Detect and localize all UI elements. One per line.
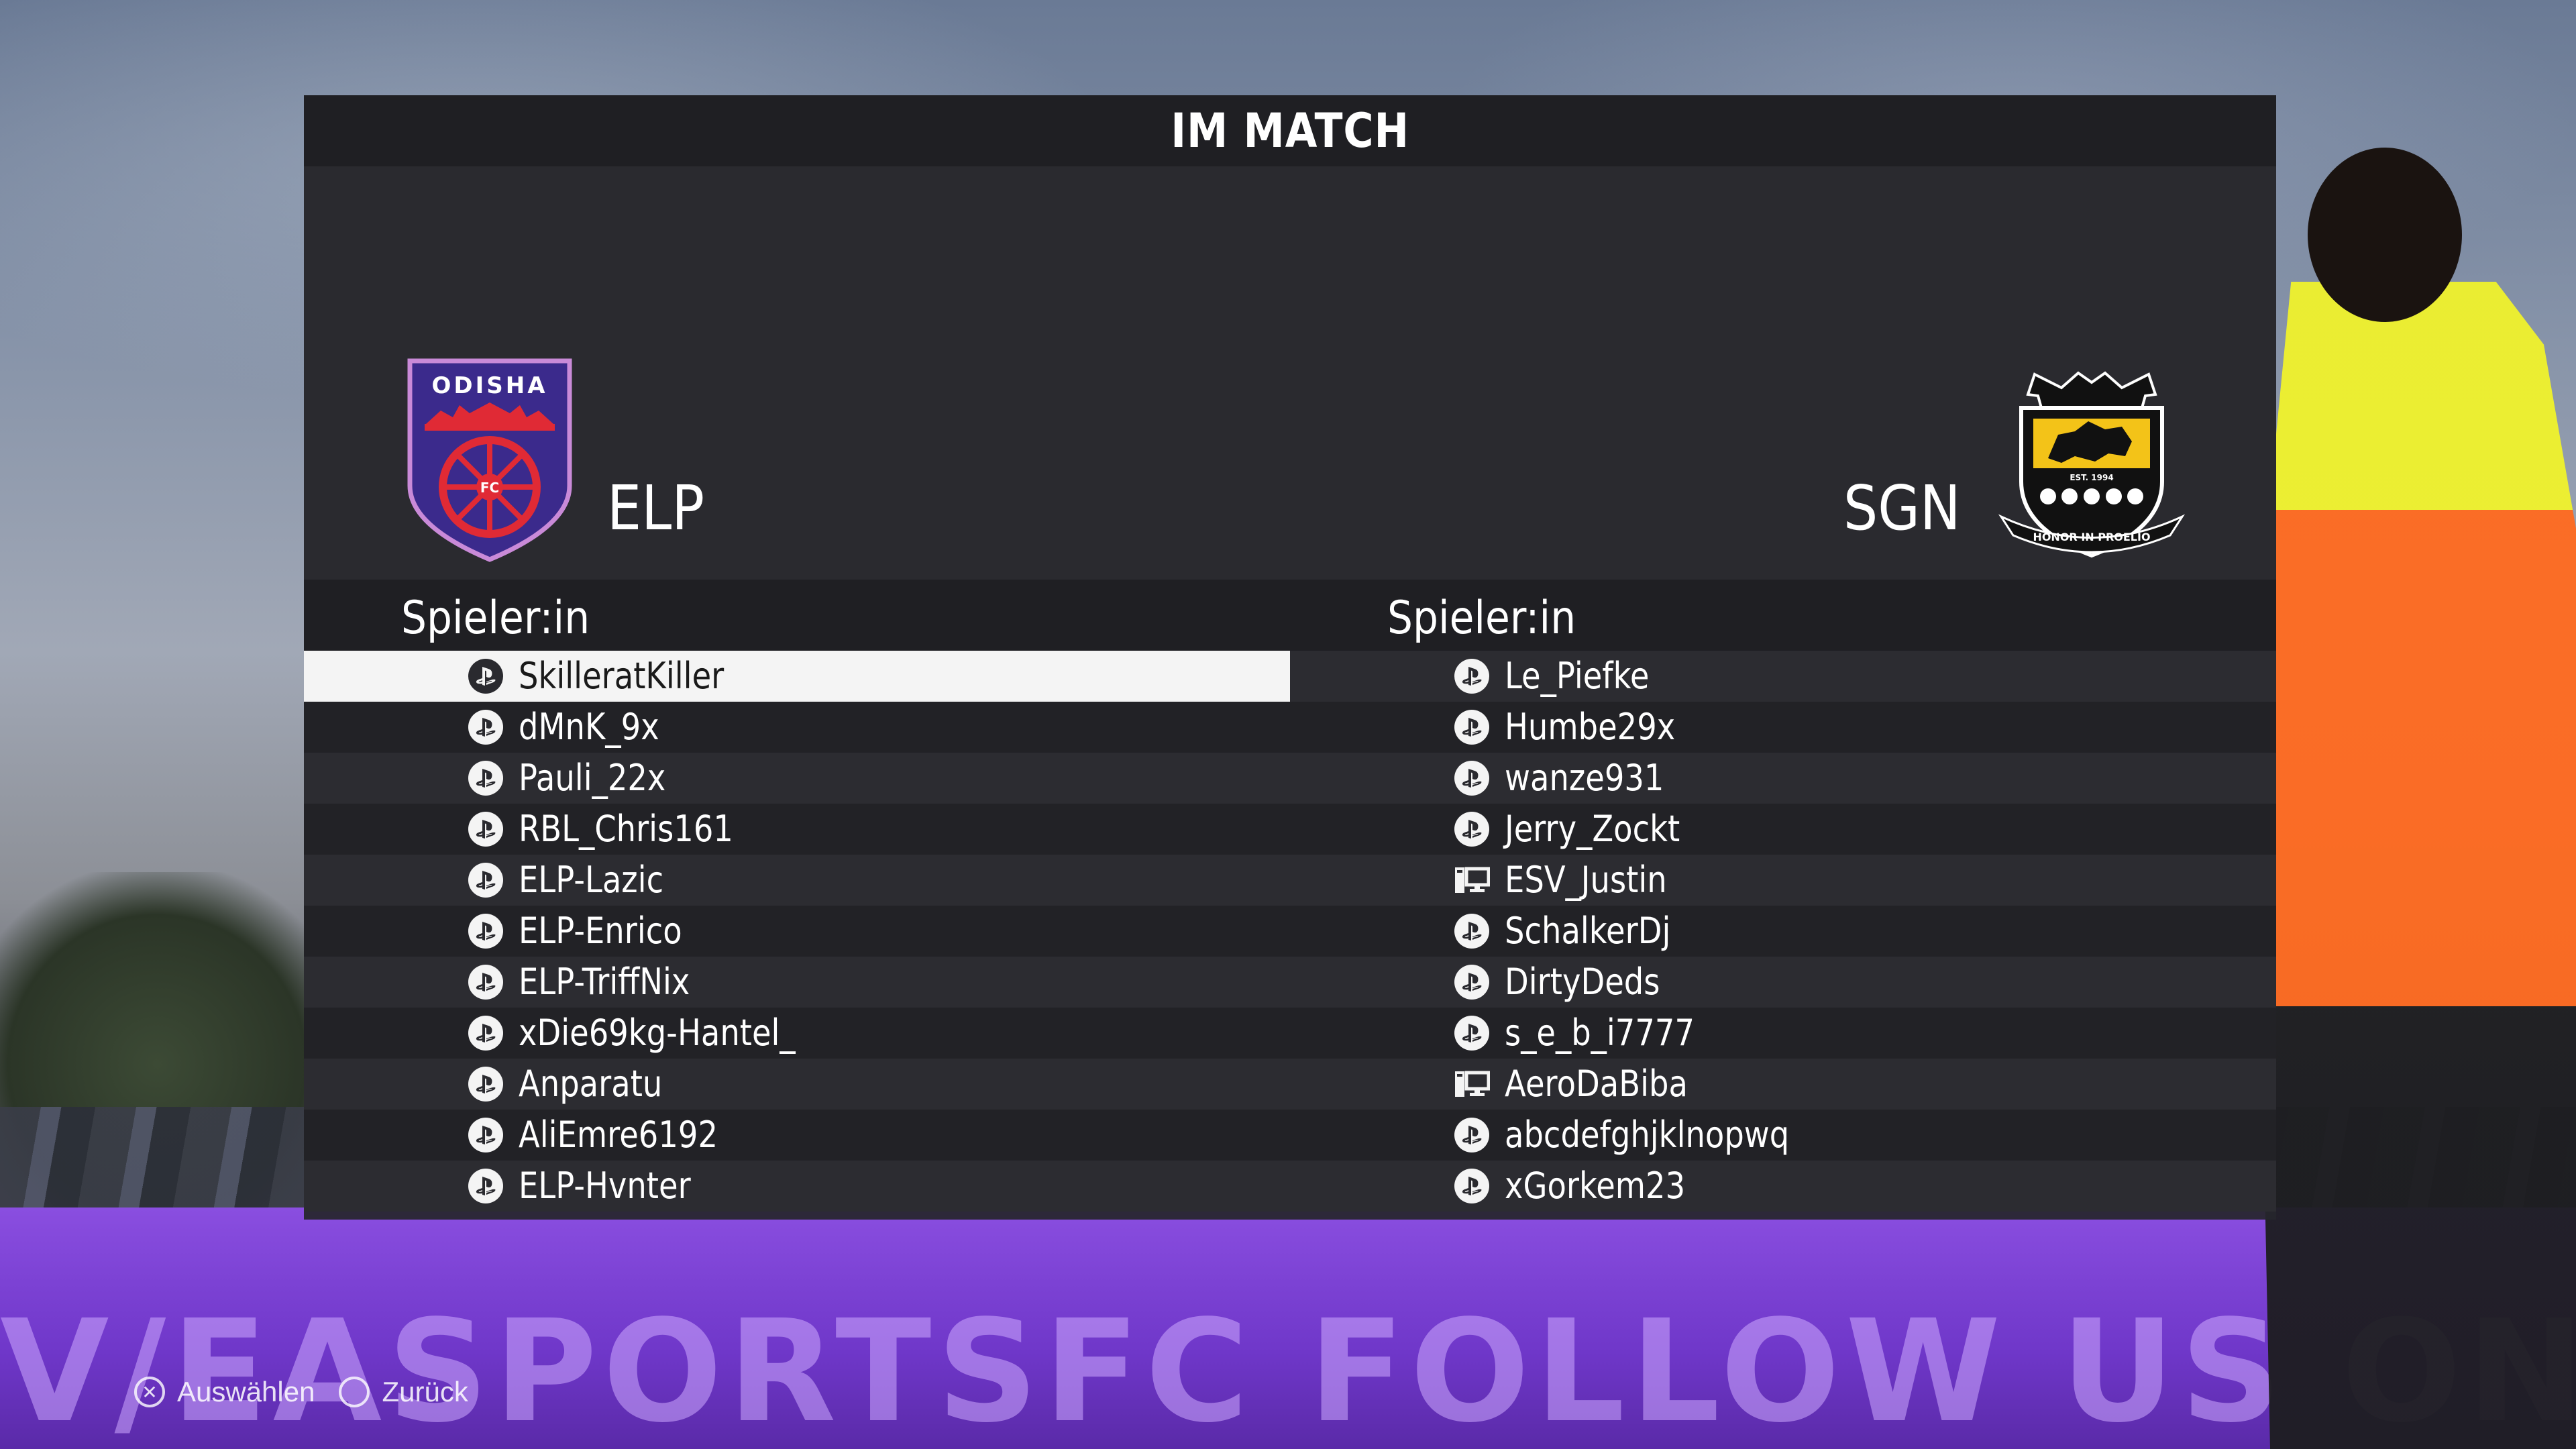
playstation-icon [1454, 761, 1489, 796]
playstation-icon [468, 1067, 503, 1102]
player-row[interactable]: s_e_b_i7777 [1290, 1008, 2276, 1059]
player-name: Humbe29x [1505, 706, 1676, 748]
playstation-icon [468, 710, 503, 745]
player-name: ELP-Enrico [519, 910, 682, 952]
steward-head [2308, 148, 2462, 322]
player-name: Pauli_22x [519, 757, 666, 799]
cross-button-icon: ✕ [134, 1377, 165, 1407]
away-team-abbr: SGN [1843, 472, 1961, 544]
player-name: ESV_Justin [1505, 859, 1667, 901]
page-title: IM MATCH [1171, 103, 1409, 158]
home-team-abbr: ELP [607, 472, 705, 544]
home-crest-text: ODISHA [431, 372, 547, 399]
playstation-icon [468, 863, 503, 898]
player-name: ELP-TriffNix [519, 961, 690, 1003]
player-row[interactable]: RBL_Chris161 [304, 804, 1290, 855]
away-players-header: Spieler:in [1387, 592, 1576, 645]
away-player-list: Spieler:in Le_Piefke Humbe29x wanze931 Jerr… [1290, 580, 2276, 1212]
playstation-icon [468, 1016, 503, 1051]
player-row[interactable]: Jerry_Zockt [1290, 804, 2276, 855]
playstation-icon [1454, 659, 1489, 694]
player-name: SkilleratKiller [519, 655, 724, 697]
player-row[interactable]: Pauli_22x [304, 753, 1290, 804]
away-crest-motto: HONOR IN PROELIO [2033, 531, 2150, 543]
playstation-icon [468, 761, 503, 796]
home-team-crest: ODISHA FC [407, 358, 572, 562]
playstation-icon [468, 659, 503, 694]
playstation-icon [1454, 1016, 1489, 1051]
away-list-header: Spieler:in [1290, 580, 2276, 651]
player-row[interactable]: AliEmre6192 [304, 1110, 1290, 1161]
player-name: xDie69kg-Hantel_ [519, 1012, 796, 1054]
player-row[interactable]: ELP-TriffNix [304, 957, 1290, 1008]
playstation-icon [1454, 710, 1489, 745]
player-name: Jerry_Zockt [1505, 808, 1680, 850]
home-player-rows: SkilleratKiller dMnK_9x Pauli_22x RBL_Chris… [304, 651, 1290, 1212]
player-name: ELP-Hvnter [519, 1165, 691, 1207]
controller-hints: ✕ Auswählen Zurück [134, 1368, 468, 1415]
player-row[interactable]: SkilleratKiller [304, 651, 1290, 702]
player-name: wanze931 [1505, 757, 1664, 799]
home-player-list: Spieler:in SkilleratKiller dMnK_9x Pauli_2… [304, 580, 1290, 1212]
playstation-icon [1454, 812, 1489, 847]
playstation-icon [468, 1118, 503, 1152]
player-row[interactable]: Anparatu [304, 1059, 1290, 1110]
player-row[interactable]: xGorkem23 [1290, 1161, 2276, 1212]
player-name: xGorkem23 [1505, 1165, 1686, 1207]
away-team-crest: EST. 1994 HONOR IN PROELIO [1998, 371, 2186, 558]
pc-icon [1455, 1071, 1490, 1097]
select-hint-label: Auswählen [177, 1376, 315, 1407]
playstation-icon [468, 914, 503, 949]
away-crest-est: EST. 1994 [2070, 473, 2113, 482]
playstation-icon [468, 1169, 503, 1203]
select-hint[interactable]: ✕ Auswählen [134, 1376, 315, 1408]
playstation-icon [1454, 914, 1489, 949]
player-name: abcdefghjklnopwq [1505, 1114, 1790, 1156]
panel-title-bar: IM MATCH [304, 95, 2276, 166]
home-players-header: Spieler:in [401, 592, 590, 645]
player-row[interactable]: abcdefghjklnopwq [1290, 1110, 2276, 1161]
back-hint-label: Zurück [382, 1376, 468, 1407]
player-name: SchalkerDj [1505, 910, 1671, 952]
player-name: AliEmre6192 [519, 1114, 718, 1156]
player-row[interactable]: ELP-Hvnter [304, 1161, 1290, 1212]
player-name: Le_Piefke [1505, 655, 1650, 697]
home-crest-sub: FC [480, 480, 499, 496]
circle-button-icon [339, 1377, 370, 1407]
back-hint[interactable]: Zurück [339, 1376, 468, 1408]
playstation-icon [1454, 1169, 1489, 1203]
player-row[interactable]: ELP-Enrico [304, 906, 1290, 957]
playstation-icon [1454, 1118, 1489, 1152]
player-name: AeroDaBiba [1505, 1063, 1688, 1105]
away-player-rows: Le_Piefke Humbe29x wanze931 Jerry_Zockt ESV_… [1290, 651, 2276, 1212]
player-row[interactable]: wanze931 [1290, 753, 2276, 804]
player-row[interactable]: Humbe29x [1290, 702, 2276, 753]
player-name: DirtyDeds [1505, 961, 1660, 1003]
player-name: Anparatu [519, 1063, 663, 1105]
player-name: RBL_Chris161 [519, 808, 733, 850]
home-list-header: Spieler:in [304, 580, 1290, 651]
player-row[interactable]: dMnK_9x [304, 702, 1290, 753]
playstation-icon [468, 965, 503, 1000]
player-row[interactable]: ESV_Justin [1290, 855, 2276, 906]
player-row[interactable]: SchalkerDj [1290, 906, 2276, 957]
player-row[interactable]: Le_Piefke [1290, 651, 2276, 702]
player-row[interactable]: ELP-Lazic [304, 855, 1290, 906]
playstation-icon [1454, 965, 1489, 1000]
steward-figure [2254, 186, 2576, 1449]
player-row[interactable]: DirtyDeds [1290, 957, 2276, 1008]
pc-icon [1455, 867, 1490, 893]
player-name: s_e_b_i7777 [1505, 1012, 1695, 1054]
playstation-icon [468, 812, 503, 847]
player-name: dMnK_9x [519, 706, 659, 748]
player-row[interactable]: AeroDaBiba [1290, 1059, 2276, 1110]
player-name: ELP-Lazic [519, 859, 664, 901]
player-row[interactable]: xDie69kg-Hantel_ [304, 1008, 1290, 1059]
in-match-panel: IM MATCH ODISHA FC ELP SGN EST. 1994 HON… [304, 95, 2276, 1220]
